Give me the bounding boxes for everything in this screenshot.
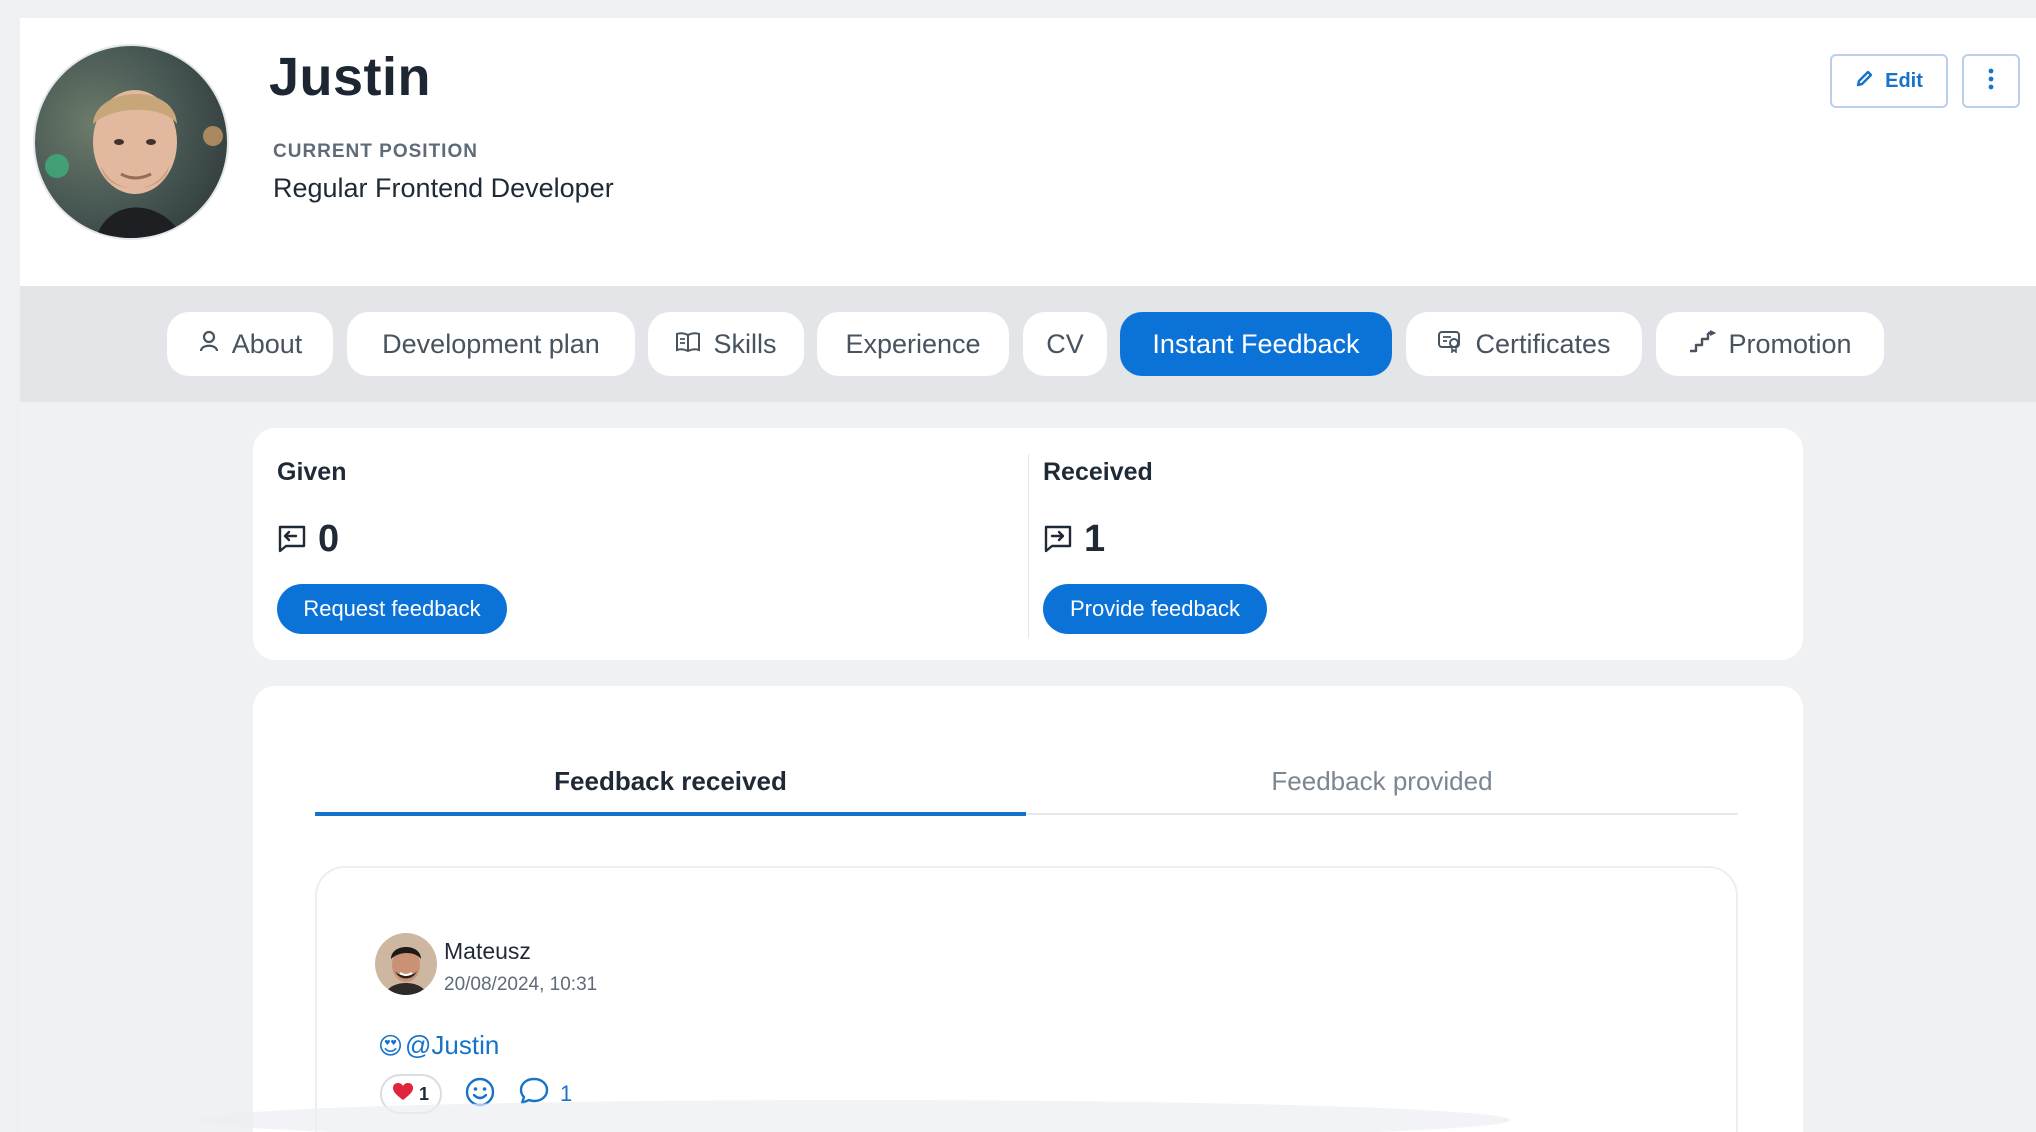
edit-button[interactable]: Edit xyxy=(1830,54,1948,108)
received-count: 1 xyxy=(1084,518,1106,560)
received-icon xyxy=(1043,524,1073,559)
tab-skills-label: Skills xyxy=(713,328,777,359)
tab-cv[interactable]: CV xyxy=(1023,312,1107,376)
tab-certificates[interactable]: Certificates xyxy=(1406,312,1642,376)
user-icon xyxy=(198,329,220,360)
tab-feedback-provided[interactable]: Feedback provided xyxy=(1026,746,1738,816)
tab-experience-label: Experience xyxy=(845,328,981,359)
given-icon xyxy=(277,524,307,559)
certificate-icon xyxy=(1437,329,1463,360)
tab-promotion[interactable]: Promotion xyxy=(1656,312,1884,376)
feedback-author: Mateusz xyxy=(444,938,531,964)
tab-about[interactable]: About xyxy=(167,312,333,376)
provide-feedback-label: Provide feedback xyxy=(1070,596,1240,621)
feedback-message: 😍 @Justin xyxy=(378,1030,499,1061)
tab-instant-feedback-label: Instant Feedback xyxy=(1152,328,1360,359)
vertical-dots-icon xyxy=(1987,68,1995,95)
heart-icon xyxy=(392,1082,413,1106)
provide-feedback-button[interactable]: Provide feedback xyxy=(1043,584,1267,634)
position-label: CURRENT POSITION xyxy=(273,141,478,162)
heart-reaction-count: 1 xyxy=(418,1083,429,1104)
tab-feedback-received-label: Feedback received xyxy=(554,765,787,796)
tab-development-plan-label: Development plan xyxy=(382,328,600,359)
heart-eyes-emoji: 😍 xyxy=(378,1031,404,1060)
feedback-timestamp: 20/08/2024, 10:31 xyxy=(444,974,598,995)
bottom-shadow-overlay xyxy=(200,1100,1510,1132)
request-feedback-label: Request feedback xyxy=(303,596,481,621)
mention-link[interactable]: @Justin xyxy=(405,1030,499,1061)
stats-divider xyxy=(1028,454,1029,638)
edit-button-label: Edit xyxy=(1885,69,1923,92)
tab-development-plan[interactable]: Development plan xyxy=(347,312,635,376)
position-value: Regular Frontend Developer xyxy=(273,173,614,203)
tab-feedback-received[interactable]: Feedback received xyxy=(315,746,1026,816)
tab-cv-label: CV xyxy=(1046,328,1084,359)
tab-certificates-label: Certificates xyxy=(1475,328,1611,359)
tab-about-label: About xyxy=(231,328,303,359)
tab-promotion-label: Promotion xyxy=(1728,328,1852,359)
tab-instant-feedback[interactable]: Instant Feedback xyxy=(1120,312,1392,376)
stairs-icon xyxy=(1688,329,1717,360)
given-title: Given xyxy=(277,458,347,486)
request-feedback-button[interactable]: Request feedback xyxy=(277,584,507,634)
profile-avatar xyxy=(33,44,229,240)
profile-name: Justin xyxy=(269,47,432,107)
tab-experience[interactable]: Experience xyxy=(817,312,1009,376)
author-avatar xyxy=(375,933,437,995)
tab-feedback-provided-label: Feedback provided xyxy=(1271,765,1493,796)
given-count: 0 xyxy=(318,518,340,560)
more-options-button[interactable] xyxy=(1962,54,2020,108)
tab-skills[interactable]: Skills xyxy=(648,312,804,376)
pencil-icon xyxy=(1855,68,1875,94)
received-title: Received xyxy=(1043,458,1153,486)
book-icon xyxy=(675,329,701,360)
